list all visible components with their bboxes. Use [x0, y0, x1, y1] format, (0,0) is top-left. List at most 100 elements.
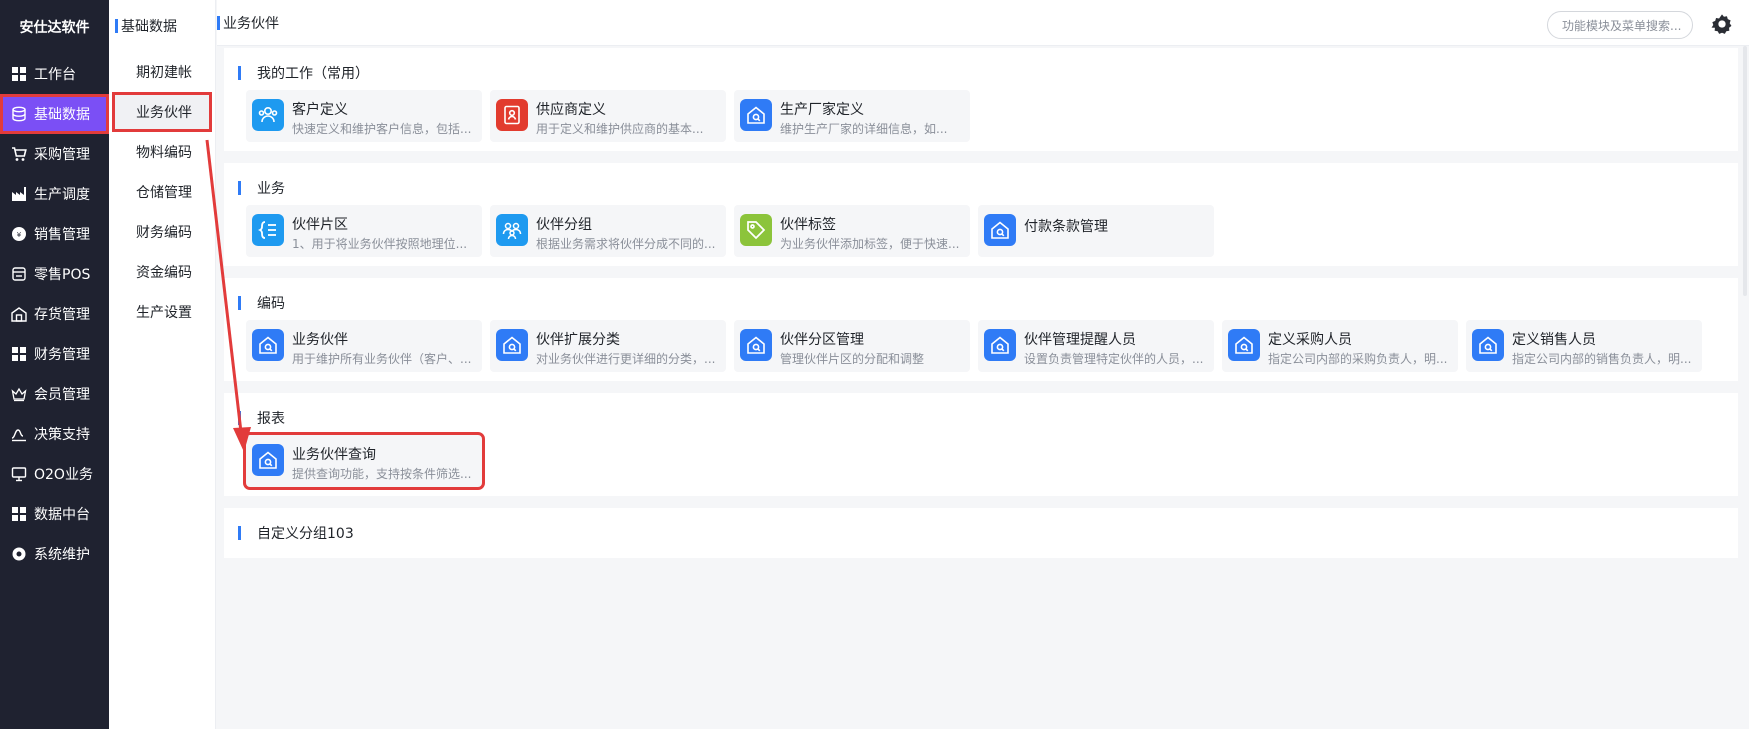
users-icon — [252, 99, 284, 131]
card-title: 供应商定义 — [536, 102, 606, 118]
gear-icon — [10, 545, 28, 563]
card-description: 管理伙伴片区的分配和调整 — [780, 352, 925, 366]
module-card[interactable]: 伙伴标签 为业务伙伴添加标签，便于快速... — [734, 205, 970, 257]
nav-item-3[interactable]: 生产调度 — [0, 174, 109, 214]
card-description: 指定公司内部的销售负责人，明... — [1512, 352, 1692, 366]
nav-item-label: O2O业务 — [34, 467, 93, 483]
section-title: 编码 — [238, 288, 285, 318]
nav-item-label: 决策支持 — [34, 427, 90, 443]
card-description: 用于定义和维护供应商的基本... — [536, 122, 704, 136]
sub-menu-title: 基础数据 — [109, 0, 215, 52]
home-search-icon — [984, 329, 1016, 361]
grid-icon — [10, 65, 28, 83]
crown-icon — [10, 385, 28, 403]
tag-icon — [740, 214, 772, 246]
nav-item-7[interactable]: 财务管理 — [0, 334, 109, 374]
nav-item-0[interactable]: 工作台 — [0, 54, 109, 94]
section-title: 我的工作（常用） — [238, 58, 369, 88]
module-card[interactable]: 生产厂家定义维护生产厂家的详细信息，如... — [734, 90, 970, 142]
scrollbar-thumb[interactable] — [1743, 46, 1747, 296]
home-search-icon — [252, 444, 284, 476]
module-card[interactable]: 伙伴分区管理管理伙伴片区的分配和调整 — [734, 320, 970, 372]
card-title: 伙伴片区 — [292, 217, 348, 233]
card-description: 提供查询功能，支持按条件筛选... — [292, 467, 472, 481]
nav-item-label: 基础数据 — [34, 107, 90, 123]
section-2: 编码 业务伙伴 用于维护所有业务伙伴（客户、... 伙伴扩展分类 对业务伙伴进行更详细的… — [224, 278, 1738, 381]
title-accent-bar — [238, 296, 241, 310]
home-search-icon — [1472, 329, 1504, 361]
gear-icon[interactable] — [1711, 13, 1733, 35]
nav-item-9[interactable]: 决策支持 — [0, 414, 109, 454]
sub-menu-item[interactable]: 物料编码 — [109, 132, 215, 172]
sales-icon: ¥ — [10, 225, 28, 243]
module-card[interactable]: 伙伴管理提醒人员 设置负责管理特定伙伴的人员，... — [978, 320, 1214, 372]
sub-menu-item[interactable]: 期初建帐 — [109, 52, 215, 92]
card-title: 付款条款管理 — [1024, 219, 1108, 235]
card-description: 设置负责管理特定伙伴的人员，... — [1024, 352, 1204, 366]
sub-menu-item[interactable]: 生产设置 — [109, 292, 215, 332]
module-card[interactable]: 客户定义 快速定义和维护客户信息，包括... — [246, 90, 482, 142]
nav-item-label: 系统维护 — [34, 547, 90, 563]
nav-item-10[interactable]: O2O业务 — [0, 454, 109, 494]
nav-item-label: 生产调度 — [34, 187, 90, 203]
list-icon — [252, 214, 284, 246]
section-title: 自定义分组103 — [238, 518, 354, 548]
section-4: 自定义分组103 — [224, 508, 1738, 558]
nav-item-label: 采购管理 — [34, 147, 90, 163]
module-card[interactable]: 付款条款管理 — [978, 205, 1214, 257]
card-description: 1、用于将业务伙伴按照地理位... — [292, 237, 468, 251]
nav-item-label: 存货管理 — [34, 307, 90, 323]
nav-item-12[interactable]: 系统维护 — [0, 534, 109, 574]
module-card[interactable]: 业务伙伴查询 提供查询功能，支持按条件筛选... — [243, 432, 485, 490]
nav-item-11[interactable]: 数据中台 — [0, 494, 109, 534]
nav-item-label: 数据中台 — [34, 507, 90, 523]
module-card[interactable]: 业务伙伴 用于维护所有业务伙伴（客户、... — [246, 320, 482, 372]
home-search-icon — [496, 329, 528, 361]
card-title: 生产厂家定义 — [780, 102, 864, 118]
home-search-icon — [252, 329, 284, 361]
card-title: 定义销售人员 — [1512, 332, 1596, 348]
page-title: 业务伙伴 — [223, 15, 279, 32]
nav-item-label: 会员管理 — [34, 387, 90, 403]
home-search-icon — [984, 214, 1016, 246]
decision-icon — [10, 425, 28, 443]
module-card[interactable]: 伙伴片区 1、用于将业务伙伴按照地理位... — [246, 205, 482, 257]
module-card[interactable]: 伙伴扩展分类 对业务伙伴进行更详细的分类，... — [490, 320, 726, 372]
nav-item-label: 财务管理 — [34, 347, 90, 363]
sub-menu-item[interactable]: 业务伙伴 — [112, 92, 212, 132]
search-input[interactable]: 功能模块及菜单搜索... — [1547, 11, 1693, 39]
card-title: 伙伴分组 — [536, 217, 592, 233]
nav-item-6[interactable]: 存货管理 — [0, 294, 109, 334]
sub-menu-item[interactable]: 仓储管理 — [109, 172, 215, 212]
section-3: 报表 业务伙伴查询 提供查询功能，支持按条件筛选... — [224, 393, 1738, 496]
card-title: 定义采购人员 — [1268, 332, 1352, 348]
module-card[interactable]: 供应商定义用于定义和维护供应商的基本... — [490, 90, 726, 142]
nav-item-8[interactable]: 会员管理 — [0, 374, 109, 414]
module-card[interactable]: 定义销售人员指定公司内部的销售负责人，明... — [1466, 320, 1702, 372]
home-search-icon — [740, 99, 772, 131]
module-card[interactable]: 伙伴分组根据业务需求将伙伴分成不同的... — [490, 205, 726, 257]
card-title: 伙伴分区管理 — [780, 332, 864, 348]
pos-icon — [10, 265, 28, 283]
section-title: 业务 — [238, 173, 285, 203]
title-accent-bar — [115, 19, 118, 33]
card-title: 伙伴标签 — [780, 217, 836, 233]
main-nav: 安仕达软件 工作台基础数据采购管理生产调度 ¥ 销售管理 零售POS 存货管理财务管理会… — [0, 0, 109, 729]
nav-item-1[interactable]: 基础数据 — [0, 94, 109, 134]
card-description: 根据业务需求将伙伴分成不同的... — [536, 237, 716, 251]
section-0: 我的工作（常用） 客户定义 快速定义和维护客户信息，包括... 供应商定义 用于定义和维… — [224, 48, 1738, 151]
title-accent-bar — [238, 526, 241, 540]
module-card[interactable]: 定义采购人员 指定公司内部的采购负责人，明... — [1222, 320, 1458, 372]
id-card-icon — [496, 99, 528, 131]
sub-menu-item[interactable]: 资金编码 — [109, 252, 215, 292]
sub-menu-item[interactable]: 财务编码 — [109, 212, 215, 252]
brand-logo: 安仕达软件 — [19, 20, 90, 36]
nav-item-5[interactable]: 零售POS — [0, 254, 109, 294]
card-description: 维护生产厂家的详细信息，如... — [780, 122, 948, 136]
title-accent-bar — [238, 411, 241, 425]
database-icon — [10, 105, 28, 123]
card-title: 伙伴扩展分类 — [536, 332, 620, 348]
nav-item-2[interactable]: 采购管理 — [0, 134, 109, 174]
scrollbar[interactable] — [1741, 46, 1749, 729]
nav-item-4[interactable]: ¥ 销售管理 — [0, 214, 109, 254]
